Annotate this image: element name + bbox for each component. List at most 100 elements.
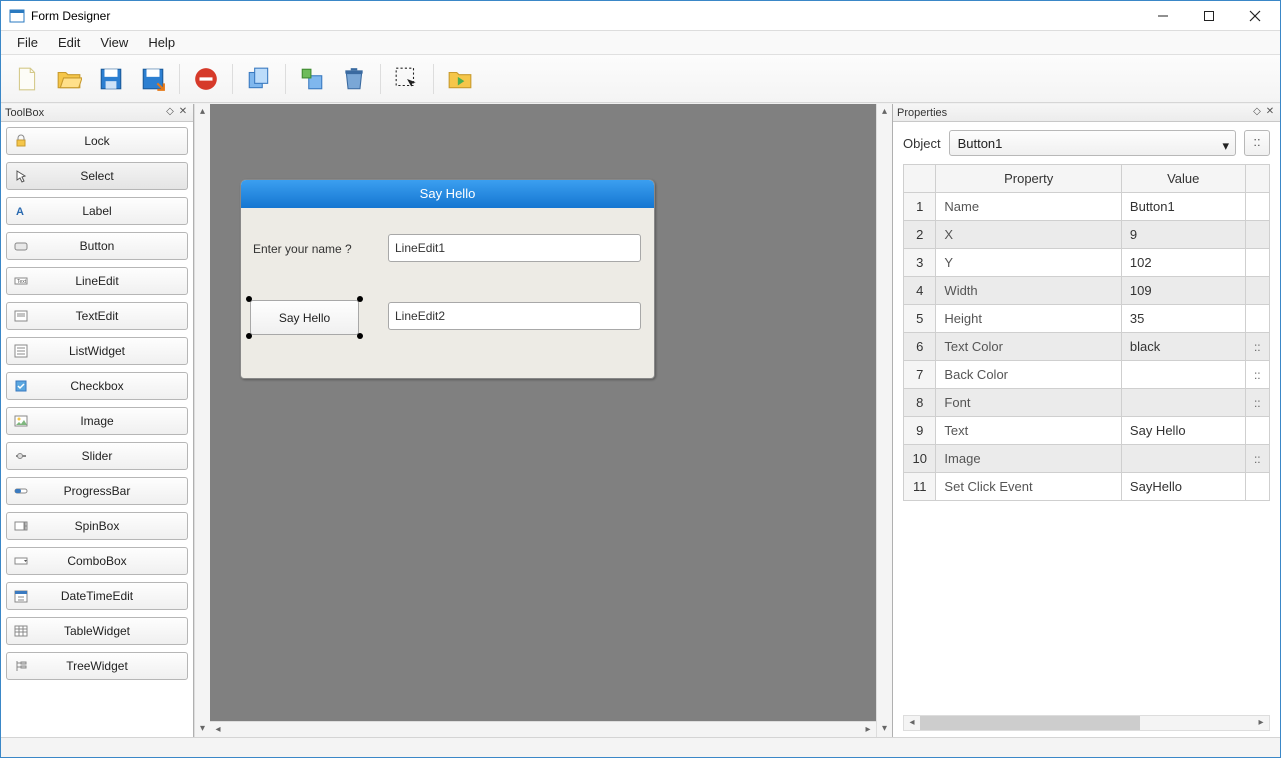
- maximize-button[interactable]: [1186, 2, 1232, 30]
- menu-edit[interactable]: Edit: [48, 33, 90, 52]
- property-row[interactable]: 1NameButton1: [904, 193, 1270, 221]
- property-name[interactable]: Y: [936, 249, 1122, 277]
- toolbox-item-spinbox[interactable]: SpinBox: [6, 512, 188, 540]
- scroll-left-icon[interactable]: ◂: [904, 716, 920, 730]
- toolbar-delete-red[interactable]: [186, 61, 226, 97]
- scroll-up-icon[interactable]: ▴: [195, 104, 210, 120]
- canvas-hscrollbar[interactable]: ◂ ▸: [210, 721, 876, 737]
- property-action-button[interactable]: ::: [1245, 389, 1269, 417]
- property-row[interactable]: 7Back Color::: [904, 361, 1270, 389]
- property-value[interactable]: 35: [1121, 305, 1245, 333]
- col-value[interactable]: Value: [1121, 165, 1245, 193]
- property-value[interactable]: black: [1121, 333, 1245, 361]
- property-name[interactable]: Back Color: [936, 361, 1122, 389]
- selection-handle[interactable]: [357, 333, 363, 339]
- property-row[interactable]: 5Height35: [904, 305, 1270, 333]
- panel-close-icon[interactable]: ✕: [177, 107, 189, 119]
- toolbox-item-tablewidget[interactable]: TableWidget: [6, 617, 188, 645]
- toolbox-item-image[interactable]: Image: [6, 407, 188, 435]
- col-property[interactable]: Property: [936, 165, 1122, 193]
- scroll-up-icon[interactable]: ▴: [877, 104, 892, 120]
- panel-float-icon[interactable]: ◇: [164, 107, 176, 119]
- toolbar-run-folder[interactable]: [440, 61, 480, 97]
- toolbar-new[interactable]: [7, 61, 47, 97]
- scroll-down-icon[interactable]: ▾: [195, 721, 210, 737]
- property-row[interactable]: 9TextSay Hello: [904, 417, 1270, 445]
- toolbar-order[interactable]: [292, 61, 332, 97]
- form-button-say-hello[interactable]: Say Hello: [250, 300, 359, 335]
- property-action-button[interactable]: ::: [1245, 361, 1269, 389]
- canvas-vscrollbar[interactable]: ▴ ▾: [876, 104, 892, 737]
- property-name[interactable]: Set Click Event: [936, 473, 1122, 501]
- object-select[interactable]: Button1 ▾: [949, 130, 1236, 156]
- form-lineedit-1[interactable]: [388, 234, 641, 262]
- property-value[interactable]: 109: [1121, 277, 1245, 305]
- property-name[interactable]: Width: [936, 277, 1122, 305]
- canvas-viewport[interactable]: Say Hello Enter your name ? Say Hello: [210, 104, 876, 721]
- property-row[interactable]: 6Text Colorblack::: [904, 333, 1270, 361]
- property-name[interactable]: Text Color: [936, 333, 1122, 361]
- form-label-enter-name[interactable]: Enter your name ?: [253, 242, 352, 256]
- toolbox-item-lineedit[interactable]: TextLineEdit: [6, 267, 188, 295]
- toolbar-select-area[interactable]: [387, 61, 427, 97]
- property-row[interactable]: 4Width109: [904, 277, 1270, 305]
- property-row[interactable]: 8Font::: [904, 389, 1270, 417]
- toolbox-item-checkbox[interactable]: Checkbox: [6, 372, 188, 400]
- toolbox-item-slider[interactable]: Slider: [6, 442, 188, 470]
- close-button[interactable]: [1232, 2, 1278, 30]
- toolbox-item-listwidget[interactable]: ListWidget: [6, 337, 188, 365]
- property-name[interactable]: Image: [936, 445, 1122, 473]
- toolbox-item-button[interactable]: Button: [6, 232, 188, 260]
- scroll-right-icon[interactable]: ▸: [860, 722, 876, 737]
- property-name[interactable]: Name: [936, 193, 1122, 221]
- toolbox-item-select[interactable]: Select: [6, 162, 188, 190]
- property-value[interactable]: [1121, 445, 1245, 473]
- property-action-button[interactable]: ::: [1245, 333, 1269, 361]
- property-row[interactable]: 2X9: [904, 221, 1270, 249]
- toolbox-scrollbar[interactable]: ▴ ▾: [194, 104, 210, 737]
- property-value[interactable]: Say Hello: [1121, 417, 1245, 445]
- toolbar-open[interactable]: [49, 61, 89, 97]
- scroll-left-icon[interactable]: ◂: [210, 722, 226, 737]
- properties-hscrollbar[interactable]: ◂ ▸: [903, 715, 1270, 731]
- scroll-thumb[interactable]: [920, 716, 1140, 730]
- form-titlebar[interactable]: Say Hello: [241, 180, 654, 208]
- menu-help[interactable]: Help: [138, 33, 185, 52]
- toolbar-duplicate[interactable]: [239, 61, 279, 97]
- selection-handle[interactable]: [246, 296, 252, 302]
- toolbox-item-combobox[interactable]: ComboBox: [6, 547, 188, 575]
- property-value[interactable]: Button1: [1121, 193, 1245, 221]
- property-value[interactable]: [1121, 361, 1245, 389]
- property-row[interactable]: 3Y102: [904, 249, 1270, 277]
- property-name[interactable]: Text: [936, 417, 1122, 445]
- toolbar-delete-bin[interactable]: [334, 61, 374, 97]
- property-name[interactable]: Height: [936, 305, 1122, 333]
- toolbar-save[interactable]: [91, 61, 131, 97]
- toolbox-item-lock[interactable]: Lock: [6, 127, 188, 155]
- menu-view[interactable]: View: [90, 33, 138, 52]
- scroll-down-icon[interactable]: ▾: [877, 721, 892, 737]
- panel-close-icon[interactable]: ✕: [1264, 107, 1276, 119]
- menu-file[interactable]: File: [7, 33, 48, 52]
- property-row[interactable]: 11Set Click EventSayHello: [904, 473, 1270, 501]
- form-lineedit-2[interactable]: [388, 302, 641, 330]
- property-value[interactable]: [1121, 389, 1245, 417]
- toolbox-item-progressbar[interactable]: ProgressBar: [6, 477, 188, 505]
- scroll-right-icon[interactable]: ▸: [1253, 716, 1269, 730]
- toolbox-item-textedit[interactable]: TextEdit: [6, 302, 188, 330]
- properties-header[interactable]: Properties ◇ ✕: [893, 104, 1280, 122]
- property-name[interactable]: Font: [936, 389, 1122, 417]
- property-value[interactable]: 9: [1121, 221, 1245, 249]
- selection-handle[interactable]: [246, 333, 252, 339]
- design-form[interactable]: Say Hello Enter your name ? Say Hello: [240, 179, 655, 379]
- toolbox-item-datetimeedit[interactable]: DateTimeEdit: [6, 582, 188, 610]
- toolbox-item-treewidget[interactable]: TreeWidget: [6, 652, 188, 680]
- property-value[interactable]: SayHello: [1121, 473, 1245, 501]
- minimize-button[interactable]: [1140, 2, 1186, 30]
- toolbar-save-as[interactable]: [133, 61, 173, 97]
- toolbox-item-label[interactable]: ALabel: [6, 197, 188, 225]
- property-action-button[interactable]: ::: [1245, 445, 1269, 473]
- property-name[interactable]: X: [936, 221, 1122, 249]
- object-extra-button[interactable]: ::: [1244, 130, 1270, 156]
- property-row[interactable]: 10Image::: [904, 445, 1270, 473]
